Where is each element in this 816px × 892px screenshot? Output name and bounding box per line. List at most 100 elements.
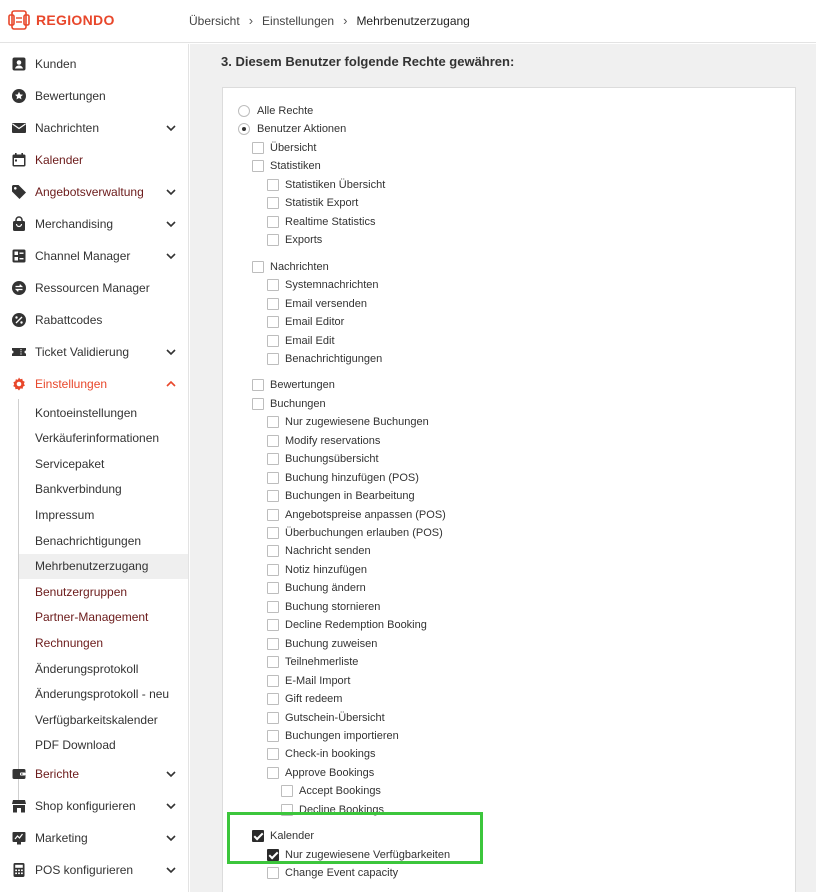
permission-bewertungen[interactable]: Bewertungen — [252, 376, 335, 394]
submenu-item-mehrbenutzerzugang[interactable]: Mehrbenutzerzugang — [19, 553, 188, 579]
brand-logo[interactable]: REGIONDO — [8, 8, 115, 32]
sidebar-item-einstellungen[interactable]: Einstellungen — [0, 368, 188, 400]
permission-e-mail-import[interactable]: E-Mail Import — [267, 672, 350, 690]
checkbox[interactable] — [267, 453, 279, 466]
chevron-down-icon[interactable] — [165, 218, 177, 230]
checkbox[interactable] — [267, 656, 279, 669]
submenu-item-aenderungsprotokoll-neu[interactable]: Änderungsprotokoll - neu — [19, 682, 188, 707]
chevron-down-icon[interactable] — [165, 768, 177, 780]
checkbox[interactable] — [267, 178, 279, 191]
permission-statistik-export[interactable]: Statistik Export — [267, 194, 358, 212]
permission-angebotspreise-anpassen-pos[interactable]: Angebotspreise anpassen (POS) — [267, 506, 446, 524]
checkbox[interactable] — [267, 729, 279, 742]
checkbox[interactable] — [252, 379, 264, 392]
chevron-down-icon[interactable] — [165, 250, 177, 262]
submenu-item-verfuegbarkeitskalender[interactable]: Verfügbarkeitskalender — [19, 707, 188, 732]
sidebar-item-pos-konfigurieren[interactable]: POS konfigurieren — [0, 854, 188, 886]
permission-email-versenden[interactable]: Email versenden — [267, 295, 367, 313]
permission-buchung-hinzufuegen-pos[interactable]: Buchung hinzufügen (POS) — [267, 469, 419, 487]
checkbox[interactable] — [267, 619, 279, 632]
permission-buchungsuebersicht[interactable]: Buchungsübersicht — [267, 450, 379, 468]
permission-notiz-hinzufuegen[interactable]: Notiz hinzufügen — [267, 561, 367, 579]
sidebar-item-nachrichten[interactable]: Nachrichten — [0, 112, 188, 144]
checkbox[interactable] — [267, 600, 279, 613]
permission-change-event-capacity[interactable]: Change Event capacity — [267, 864, 398, 882]
checkbox[interactable] — [267, 416, 279, 429]
permission-benachrichtigungen[interactable]: Benachrichtigungen — [267, 350, 382, 368]
sidebar-item-angebotsverwaltung[interactable]: Angebotsverwaltung — [0, 176, 188, 208]
permission-buchungen[interactable]: Buchungen — [252, 395, 326, 413]
main-content[interactable]: 3. Diesem Benutzer folgende Rechte gewäh… — [190, 44, 816, 892]
checkbox[interactable] — [267, 279, 279, 292]
checkbox[interactable] — [267, 352, 279, 365]
permission-statistiken-uebersicht[interactable]: Statistiken Übersicht — [267, 176, 385, 194]
permission-buchung-aendern[interactable]: Buchung ändern — [267, 579, 366, 597]
checkbox[interactable] — [267, 334, 279, 347]
permission-approve-bookings[interactable]: Approve Bookings — [267, 764, 374, 782]
sidebar-item-merchandising[interactable]: Merchandising — [0, 208, 188, 240]
permission-buchung-stornieren[interactable]: Buchung stornieren — [267, 598, 380, 616]
checkbox[interactable] — [267, 766, 279, 779]
checkbox[interactable] — [267, 527, 279, 539]
checkbox[interactable] — [281, 785, 293, 798]
sidebar-item-ressourcen-manager[interactable]: Ressourcen Manager — [0, 272, 188, 304]
radio-option-alle-rechte[interactable]: Alle Rechte — [238, 102, 313, 120]
checkbox[interactable] — [267, 563, 279, 576]
sidebar-item-channel-manager[interactable]: Channel Manager — [0, 240, 188, 272]
sidebar-item-ticket-validierung[interactable]: Ticket Validierung — [0, 336, 188, 368]
checkbox[interactable] — [267, 215, 279, 228]
permission-accept-bookings[interactable]: Accept Bookings — [281, 782, 381, 800]
submenu-item-pdf-download[interactable]: PDF Download — [19, 733, 188, 758]
sidebar-item-kalender[interactable]: Kalender — [0, 144, 188, 176]
chevron-down-icon[interactable] — [165, 800, 177, 812]
submenu-item-impressum[interactable]: Impressum — [19, 502, 188, 527]
checkbox[interactable] — [267, 545, 279, 558]
checkbox[interactable] — [267, 471, 279, 484]
checkbox[interactable] — [267, 490, 279, 503]
checkbox[interactable] — [252, 397, 264, 410]
checkbox[interactable] — [267, 582, 279, 595]
checkbox[interactable] — [267, 434, 279, 447]
checkbox[interactable] — [267, 867, 279, 880]
permission-check-in-bookings[interactable]: Check-in bookings — [267, 745, 376, 763]
submenu-item-rechnungen[interactable]: Rechnungen — [19, 630, 188, 655]
permission-exports[interactable]: Exports — [267, 231, 322, 249]
permission-buchungen-importieren[interactable]: Buchungen importieren — [267, 727, 399, 745]
radio-option-benutzer-aktionen[interactable]: Benutzer Aktionen — [238, 120, 346, 138]
chevron-down-icon[interactable] — [165, 122, 177, 134]
checkbox[interactable] — [252, 160, 264, 173]
permission-gift-redeem[interactable]: Gift redeem — [267, 690, 342, 708]
radio-button[interactable] — [238, 123, 250, 136]
permission-email-editor[interactable]: Email Editor — [267, 313, 344, 331]
permission-ueberbuchungen-erlauben-pos[interactable]: Überbuchungen erlauben (POS) — [267, 524, 443, 542]
chevron-down-icon[interactable] — [165, 346, 177, 358]
submenu-item-benutzergruppen[interactable]: Benutzergruppen — [19, 579, 188, 604]
permission-decline-redemption-booking[interactable]: Decline Redemption Booking — [267, 616, 427, 634]
sidebar-item-bewertungen[interactable]: Bewertungen — [0, 80, 188, 112]
sidebar-item-shop-konfigurieren[interactable]: Shop konfigurieren — [0, 790, 188, 822]
chevron-up-icon[interactable] — [165, 378, 177, 390]
permission-nachrichten[interactable]: Nachrichten — [252, 258, 329, 276]
sidebar-item-berichte[interactable]: Berichte — [0, 758, 188, 790]
breadcrumb-item-uebersicht[interactable]: Übersicht — [189, 14, 240, 28]
checkbox[interactable] — [267, 711, 279, 724]
checkbox[interactable] — [267, 197, 279, 210]
submenu-item-benachrichtigungen[interactable]: Benachrichtigungen — [19, 528, 188, 553]
checkbox[interactable] — [267, 693, 279, 706]
checkbox[interactable] — [267, 637, 279, 650]
permission-buchungen-in-bearbeitung[interactable]: Buchungen in Bearbeitung — [267, 487, 415, 505]
permission-buchung-zuweisen[interactable]: Buchung zuweisen — [267, 635, 377, 653]
permission-realtime-statistics[interactable]: Realtime Statistics — [267, 213, 375, 231]
checkbox[interactable] — [267, 508, 279, 521]
checkbox[interactable] — [267, 234, 279, 247]
checkbox[interactable] — [267, 748, 279, 761]
submenu-item-bankverbindung[interactable]: Bankverbindung — [19, 477, 188, 502]
permission-email-edit[interactable]: Email Edit — [267, 332, 335, 350]
sidebar-item-kunden[interactable]: Kunden — [0, 48, 188, 80]
permission-nachricht-senden[interactable]: Nachricht senden — [267, 542, 371, 560]
permission-teilnehmerliste[interactable]: Teilnehmerliste — [267, 653, 358, 671]
permission-systemnachrichten[interactable]: Systemnachrichten — [267, 276, 379, 294]
checkbox[interactable] — [252, 260, 264, 273]
chevron-down-icon[interactable] — [165, 832, 177, 844]
permission-gutschein-uebersicht[interactable]: Gutschein-Übersicht — [267, 709, 385, 727]
